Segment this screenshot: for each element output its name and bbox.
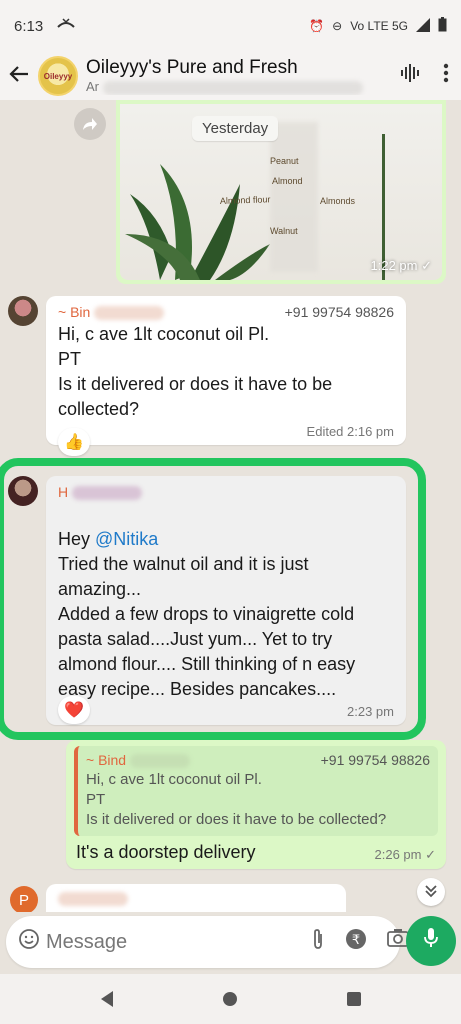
message-composer: ₹ [6,916,409,968]
image-text-line: Almond [272,176,303,186]
nav-back-icon[interactable] [100,991,113,1007]
sender-name[interactable]: H [58,484,143,501]
battery-icon [438,17,447,35]
emoji-icon[interactable] [18,928,40,956]
heart-icon: ❤️ [64,702,84,719]
arrow-left-icon[interactable] [8,61,38,92]
mic-icon [423,927,439,955]
chevron-double-down-icon [424,884,438,901]
greeting-text: Hey [58,529,96,550]
mic-button[interactable] [406,916,456,966]
message-input[interactable] [46,930,311,954]
image-text-line: Peanut [270,156,299,166]
rupee-payment-icon[interactable]: ₹ [345,928,367,956]
blurred-name [58,892,128,906]
sender-phone: +91 99754 98826 [284,304,394,320]
blurred-participants [102,80,363,95]
mention-link[interactable]: @Nitika [95,529,158,549]
date-chip: Yesterday [192,116,279,141]
message-meta: Edited 2:16 pm [306,424,394,440]
chat-title-block[interactable]: Oileyyy's Pure and Fresh Ar [86,57,399,95]
quote-sender-text: ~ Bind [86,752,127,768]
image-text-line: Almond flour [220,194,271,206]
avatar[interactable] [8,296,38,326]
image-text-line: Almonds [320,196,356,206]
message-text: Hi, c ave 1lt coconut oil Pl. PT Is it d… [58,324,333,420]
incoming-message[interactable]: H Hey @Nitika Tried the walnut oil and i… [46,476,406,726]
sender-name[interactable]: ~ Bin [58,304,165,321]
status-bar: 6:13 ⏰ ⊖ Vo LTE 5G [0,0,461,52]
nav-recents-icon[interactable] [346,992,361,1006]
blurred-name [129,754,190,769]
subtitle-prefix: Ar [86,79,99,95]
scroll-to-bottom-button[interactable] [417,878,445,906]
missed-call-icon [57,17,75,35]
message-time: 2:23 pm [347,704,394,720]
quote-phone: +91 99754 98826 [320,752,430,768]
group-avatar[interactable]: Oileyyy [38,56,78,96]
status-time: 6:13 [14,17,44,35]
product-image[interactable]: Almond flour Almonds Peanut Almond Walnu… [120,104,442,280]
avatar[interactable]: P [10,886,38,912]
forward-icon[interactable] [74,108,106,140]
image-message[interactable]: Almond flour Almonds Peanut Almond Walnu… [116,100,446,284]
chat-header: Oileyyy Oileyyy's Pure and Fresh Ar [0,52,461,100]
message-body: Tried the walnut oil and it is just amaz… [58,554,356,700]
chat-title: Oileyyy's Pure and Fresh [86,57,298,79]
blurred-name [72,486,143,501]
image-timestamp: 1:22 pm ✓ [370,258,432,273]
quote-sender: ~ Bind [86,752,190,769]
svg-text:₹: ₹ [352,933,360,948]
chat-area[interactable]: Almond flour Almonds Peanut Almond Walnu… [0,100,461,912]
nav-home-icon[interactable] [222,992,237,1006]
image-text-line: Walnut [270,226,298,236]
heart-reaction[interactable]: ❤️ [58,696,90,724]
sender-name-text: ~ Bin [58,304,91,320]
thumbs-up-icon: 👍 [64,434,84,451]
dnd-icon: ⊖ [332,19,343,33]
network-indicator: Vo LTE 5G [350,19,408,33]
chat-subtitle: Ar [86,79,399,95]
avatar-initial: P [18,891,29,909]
quote-text: Hi, c ave 1lt coconut oil Pl. PT Is it d… [86,771,387,829]
alarm-icon: ⏰ [309,19,325,33]
avatar[interactable] [8,476,38,506]
attach-icon[interactable] [311,928,325,956]
system-nav-bar [0,974,461,1024]
avatar-logo-text: Oileyyy [43,71,73,81]
blurred-name [94,306,165,321]
thumbs-up-reaction[interactable]: 👍 [58,428,90,456]
quoted-message[interactable]: ~ Bind +91 99754 98826 Hi, c ave 1lt coc… [74,746,438,837]
sender-name-text: H [58,484,69,500]
more-vert-icon[interactable] [443,63,449,89]
message-text: Hey @Nitika [58,502,394,552]
incoming-message[interactable]: ~ Bin +91 99754 98826 Hi, c ave 1lt coco… [46,296,406,446]
signal-icon [416,17,430,35]
incoming-message[interactable] [46,884,346,912]
outgoing-message[interactable]: ~ Bind +91 99754 98826 Hi, c ave 1lt coc… [66,740,446,870]
message-time: 2:26 pm ✓ [374,847,436,863]
message-text: It's a doorstep delivery [76,842,256,863]
voice-chat-icon[interactable] [399,63,421,89]
